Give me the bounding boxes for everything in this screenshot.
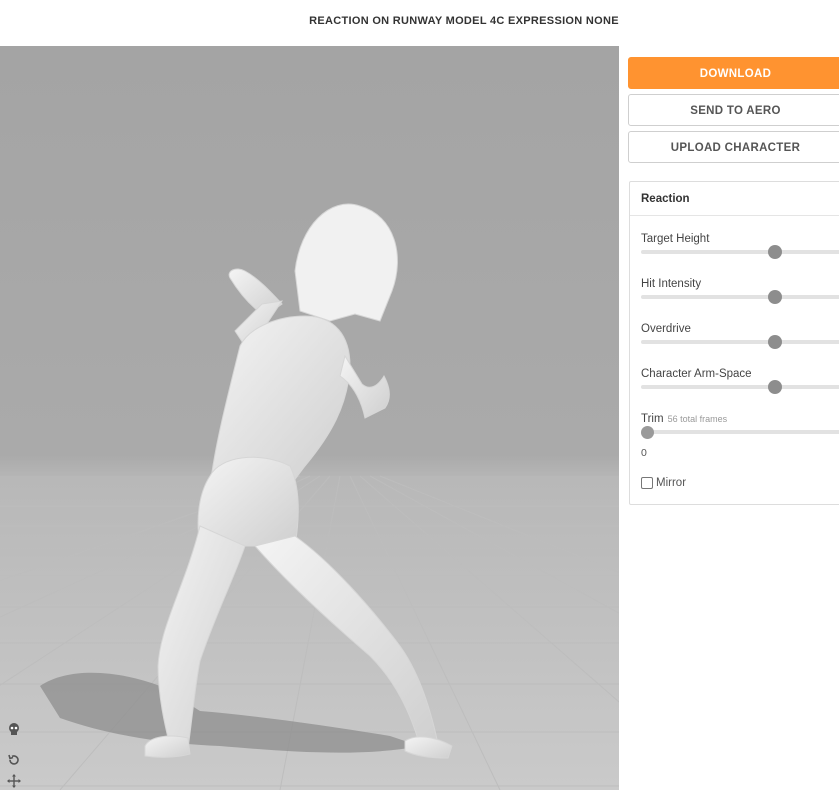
slider-label: Character Arm-Space <box>641 368 752 380</box>
trim-thumb[interactable] <box>641 425 654 439</box>
card-title: Reaction <box>630 182 839 216</box>
slider-label: Target Height <box>641 233 710 245</box>
slider-character-arm-space: Character Arm-Space <box>641 364 839 394</box>
upload-character-button[interactable]: UPLOAD CHARACTER <box>628 131 839 163</box>
slider-label: Hit Intensity <box>641 278 702 290</box>
trim-track[interactable] <box>641 425 839 439</box>
slider-thumb[interactable] <box>768 290 782 304</box>
page-header: REACTION ON RUNWAY MODEL 4C EXPRESSION N… <box>0 0 839 46</box>
download-button[interactable]: DOWNLOAD <box>628 57 839 89</box>
slider-hit-intensity: Hit Intensity <box>641 274 839 304</box>
pan-move-icon[interactable] <box>5 772 23 790</box>
3d-viewport[interactable] <box>0 46 619 790</box>
trim-label: Trim <box>641 413 664 425</box>
slider-track[interactable] <box>641 380 839 394</box>
slider-thumb[interactable] <box>768 380 782 394</box>
send-to-aero-button[interactable]: SEND TO AERO <box>628 94 839 126</box>
slider-thumb[interactable] <box>768 245 782 259</box>
scene-render[interactable] <box>0 46 619 790</box>
skeleton-icon[interactable] <box>5 720 23 738</box>
trim-frame-count: 56 total frames <box>667 414 728 424</box>
trim-slider: Trim 56 total frames 0 <box>641 409 839 459</box>
slider-track[interactable] <box>641 290 839 304</box>
slider-track[interactable] <box>641 245 839 259</box>
slider-label: Overdrive <box>641 323 691 335</box>
mirror-checkbox[interactable] <box>641 477 653 489</box>
slider-thumb[interactable] <box>768 335 782 349</box>
mirror-toggle[interactable]: Mirror <box>641 477 686 489</box>
page-title: REACTION ON RUNWAY MODEL 4C EXPRESSION N… <box>309 15 619 27</box>
slider-target-height: Target Height <box>641 229 839 259</box>
side-panel: DOWNLOAD SEND TO AERO UPLOAD CHARACTER R… <box>619 46 839 790</box>
trim-value: 0 <box>641 447 647 459</box>
slider-overdrive: Overdrive <box>641 319 839 349</box>
reaction-settings-card: Reaction Target Height Hit Intensity Ove… <box>629 181 839 505</box>
mirror-label: Mirror <box>656 477 687 489</box>
reset-camera-icon[interactable] <box>5 751 23 769</box>
slider-track[interactable] <box>641 335 839 349</box>
